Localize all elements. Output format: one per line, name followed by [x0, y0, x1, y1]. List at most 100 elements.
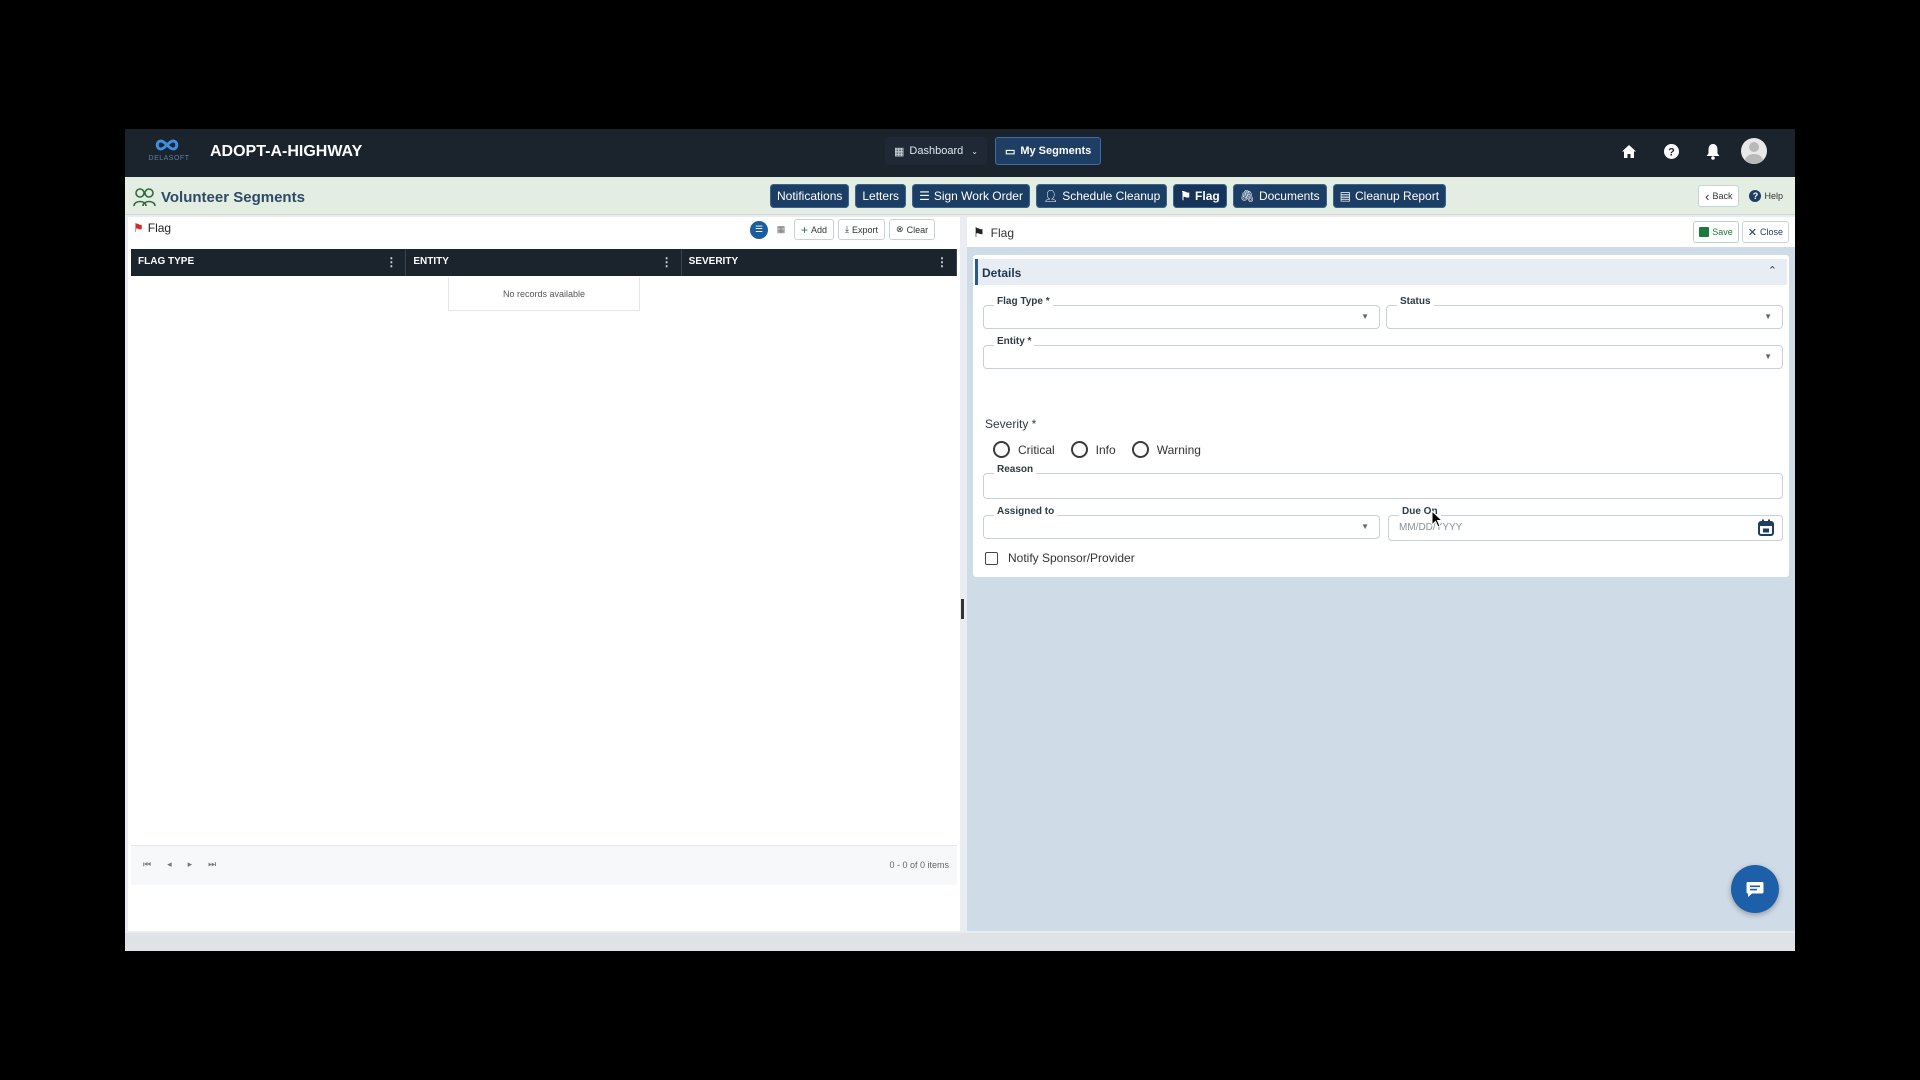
form-title: ⚑ Flag — [973, 225, 1014, 241]
notify-label: Notify Sponsor/Provider — [1008, 551, 1135, 565]
action-bar: Notifications Letters ☰ Sign Work Order 👤… — [770, 184, 1447, 208]
notification-bell-icon[interactable] — [1699, 137, 1727, 165]
column-severity-label: SEVERITY — [688, 256, 739, 267]
pager: ⏮︎ ◂ ▸ ⏭︎ 0 - 0 of 0 items — [131, 845, 957, 885]
assigned-to-select[interactable]: Assigned to ▼ — [983, 506, 1380, 539]
flag-form-panel: ⚑ Flag Save ✕ Close Details ⌃ Flag Type *… — [967, 217, 1795, 931]
status-label: Status — [1397, 296, 1434, 307]
cleanup-report-button[interactable]: ▤ Cleanup Report — [1332, 184, 1447, 208]
red-flag-icon: ⚑ — [133, 221, 144, 235]
radio-circle[interactable] — [1131, 441, 1149, 458]
chevron-up-icon[interactable]: ⌃ — [1768, 264, 1777, 277]
notify-sponsor-checkbox[interactable]: Notify Sponsor/Provider — [985, 551, 1135, 565]
clear-filter-icon: ⊗ — [896, 224, 904, 234]
status-select[interactable]: Status ▼ — [1386, 296, 1783, 329]
dashboard-menu[interactable]: ▦ Dashboard ⌄ — [885, 137, 987, 165]
svg-text:?: ? — [1668, 146, 1675, 158]
schedule-cleanup-button[interactable]: 👤︎ Schedule Cleanup — [1035, 184, 1168, 208]
sign-work-order-button[interactable]: ☰ Sign Work Order — [912, 184, 1030, 208]
panel-splitter[interactable] — [961, 599, 964, 619]
reason-label: Reason — [994, 464, 1037, 475]
letters-label: Letters — [862, 189, 900, 203]
calendar-icon[interactable] — [1758, 519, 1774, 541]
clear-label: Clear — [906, 224, 929, 235]
user-avatar[interactable] — [1741, 138, 1767, 164]
help-button[interactable]: ? Help — [1743, 185, 1789, 207]
cleanup-report-label: Cleanup Report — [1355, 189, 1440, 203]
documents-button[interactable]: 🖇︎ Documents — [1232, 184, 1327, 208]
back-label: Back — [1712, 191, 1733, 201]
column-severity[interactable]: SEVERITY ⋮ — [682, 249, 957, 276]
sign-work-order-label: Sign Work Order — [933, 189, 1023, 203]
entity-select[interactable]: Entity * ▼ — [983, 336, 1783, 369]
assigned-to-label: Assigned to — [994, 506, 1058, 517]
flag-button[interactable]: ⚑ Flag — [1173, 184, 1227, 208]
help-icon[interactable]: ? — [1657, 137, 1685, 165]
chevron-left-icon: ‹ — [1705, 188, 1710, 204]
severity-info-radio[interactable]: Info — [1070, 441, 1116, 458]
top-nav: ▦ Dashboard ⌄ ▭ My Segments — [885, 137, 1102, 165]
due-on-datepicker[interactable]: Due On MM/DD/YYYY — [1388, 506, 1783, 541]
my-segments-button[interactable]: ▭ My Segments — [994, 137, 1102, 165]
person-icon: 👤︎ — [1042, 189, 1059, 203]
dashboard-icon: ▦ — [894, 145, 905, 158]
question-circle-icon: ? — [1749, 190, 1762, 202]
severity-radio-group: Critical Info Warning — [993, 441, 1209, 458]
page-title-text: Volunteer Segments — [161, 188, 305, 206]
radio-circle[interactable] — [1070, 441, 1088, 458]
bottom-strip — [125, 933, 1795, 951]
flag-label: Flag — [1195, 189, 1220, 203]
last-page-icon[interactable]: ⏭︎ — [208, 859, 216, 870]
close-button[interactable]: ✕ Close — [1741, 221, 1789, 243]
report-icon: ▤ — [1339, 189, 1351, 203]
list-toolbar: ☰ ▦ + Add ⤓ Export ⊗ Clear — [750, 219, 936, 240]
flag-type-select[interactable]: Flag Type * ▼ — [983, 296, 1380, 329]
critical-label: Critical — [1018, 442, 1055, 457]
list-header: ⚑ Flag — [133, 221, 171, 235]
chevron-down-icon: ⌄ — [971, 146, 978, 156]
next-page-icon[interactable]: ▸ — [188, 859, 193, 870]
list-view-icon[interactable]: ☰ — [750, 220, 768, 239]
back-button[interactable]: ‹ Back — [1698, 185, 1740, 207]
chevron-down-icon: ▼ — [1361, 522, 1369, 531]
first-page-icon[interactable]: ⏮︎ — [143, 859, 151, 870]
severity-critical-radio[interactable]: Critical — [993, 441, 1055, 458]
reason-input[interactable]: Reason — [983, 464, 1783, 499]
delasoft-logo[interactable]: DELASOFT — [147, 135, 191, 171]
pager-nav: ⏮︎ ◂ ▸ ⏭︎ — [143, 859, 216, 870]
schedule-cleanup-label: Schedule Cleanup — [1062, 189, 1161, 203]
column-entity[interactable]: ENTITY ⋮ — [406, 249, 682, 276]
home-icon[interactable] — [1615, 137, 1643, 165]
save-button[interactable]: Save — [1693, 221, 1739, 243]
radio-circle[interactable] — [993, 441, 1010, 458]
checkbox-box[interactable] — [985, 551, 998, 565]
sub-header: Volunteer Segments Notifications Letters… — [125, 177, 1795, 215]
severity-label: Severity * — [985, 417, 1037, 431]
severity-warning-radio[interactable]: Warning — [1131, 441, 1201, 458]
export-button[interactable]: ⤓ Export — [838, 219, 886, 240]
column-flag-type[interactable]: FLAG TYPE ⋮ — [131, 249, 407, 276]
letters-button[interactable]: Letters — [855, 184, 907, 208]
chat-button[interactable] — [1731, 865, 1779, 913]
grid-view-icon[interactable]: ▦ — [772, 221, 790, 239]
details-section-header[interactable]: Details ⌃ — [975, 259, 1787, 285]
clear-button[interactable]: ⊗ Clear — [889, 219, 936, 240]
notifications-button[interactable]: Notifications — [770, 184, 850, 208]
add-button[interactable]: + Add — [794, 219, 835, 240]
column-menu-icon[interactable]: ⋮ — [385, 255, 397, 269]
form-actions: Save ✕ Close — [1693, 221, 1789, 243]
flag-type-label: Flag Type * — [994, 296, 1053, 307]
column-menu-icon[interactable]: ⋮ — [936, 255, 948, 269]
warning-label: Warning — [1156, 442, 1201, 457]
entity-label: Entity * — [994, 336, 1035, 347]
list-icon: ☰ — [919, 189, 930, 203]
prev-page-icon[interactable]: ◂ — [167, 859, 172, 870]
column-menu-icon[interactable]: ⋮ — [661, 255, 673, 269]
chevron-down-icon: ▼ — [1361, 312, 1369, 321]
list-title: Flag — [147, 221, 172, 235]
app-title: ADOPT-A-HIGHWAY — [210, 143, 363, 160]
details-title: Details — [982, 266, 1022, 280]
flag-list-panel: ⚑ Flag ☰ ▦ + Add ⤓ Export ⊗ Clear FLAG TYPE… — [128, 217, 960, 931]
form-header: ⚑ Flag Save ✕ Close — [967, 217, 1795, 247]
save-icon — [1699, 227, 1710, 237]
